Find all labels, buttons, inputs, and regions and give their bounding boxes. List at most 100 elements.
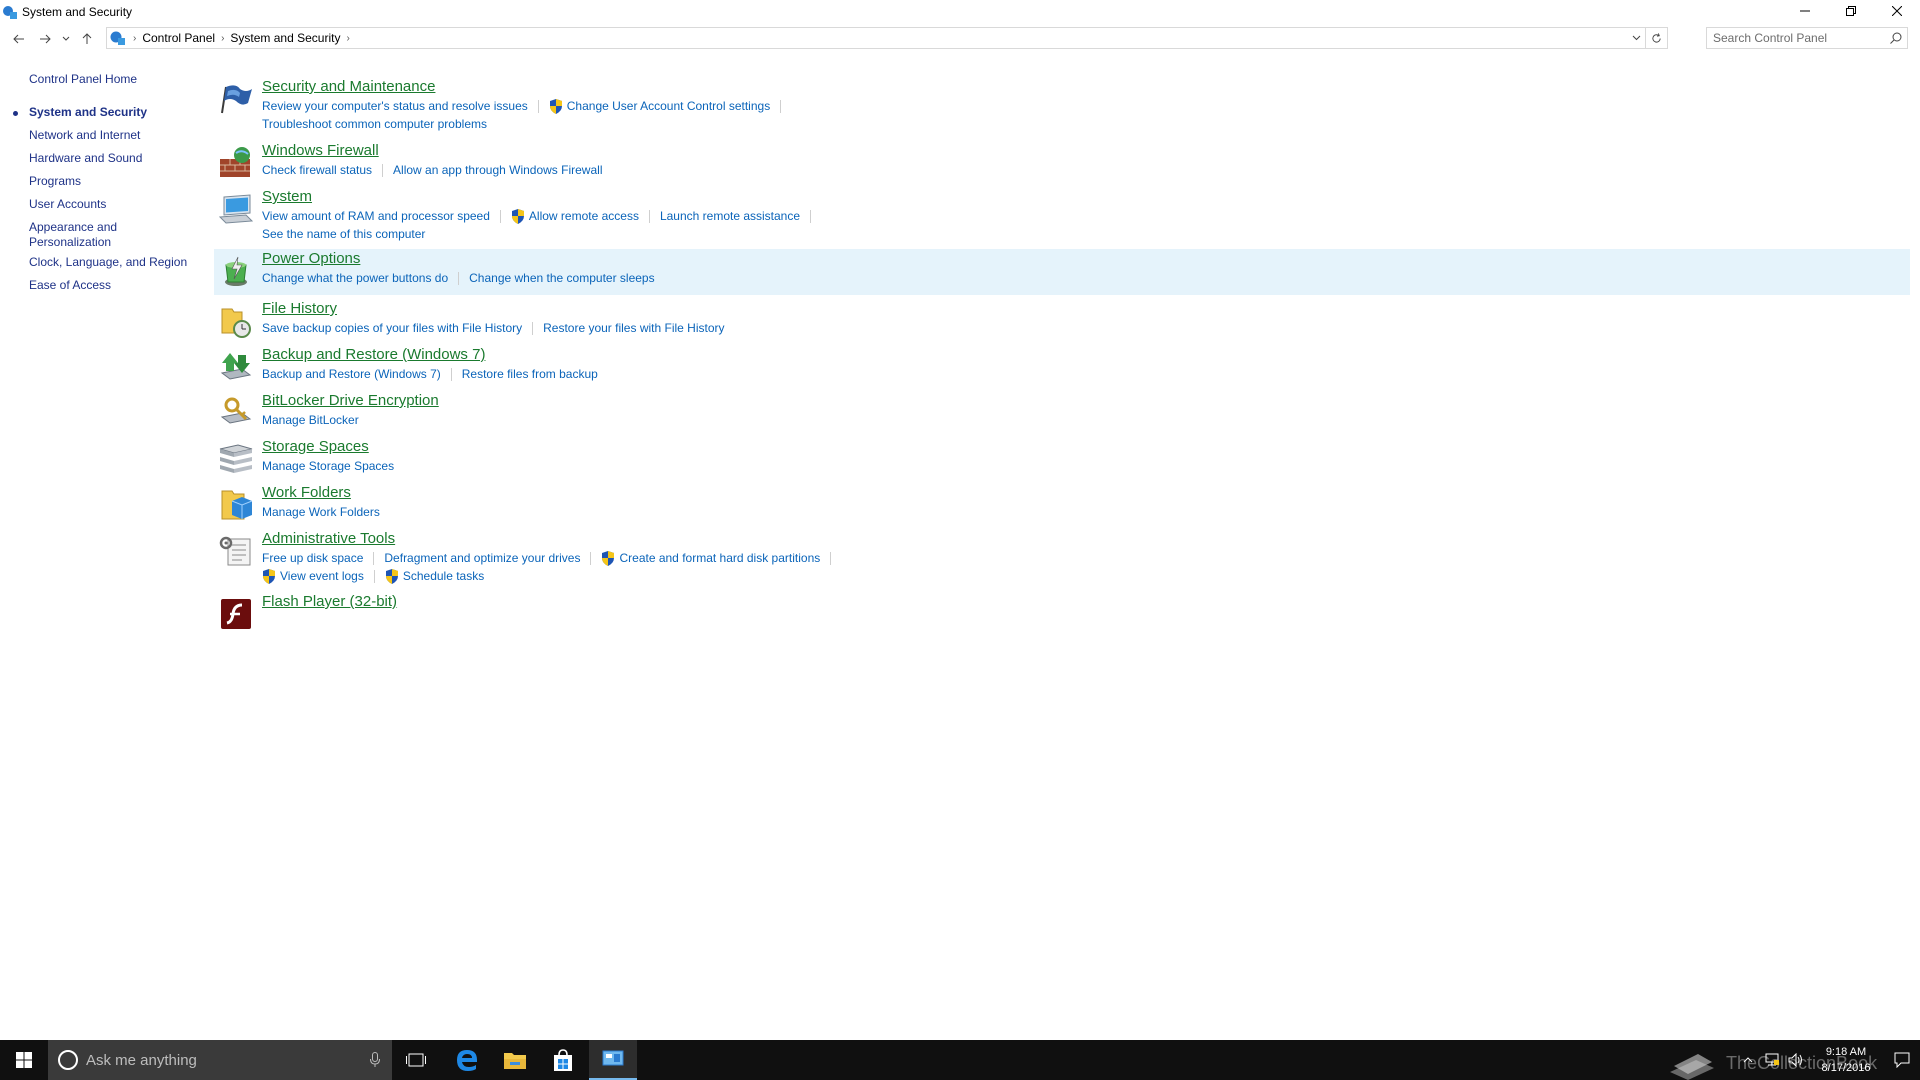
- uac-shield-icon: [263, 568, 275, 584]
- store-taskbar-button[interactable]: [539, 1040, 587, 1080]
- minimize-button[interactable]: [1782, 0, 1828, 22]
- up-button[interactable]: [74, 26, 100, 52]
- manage-work-folders-link[interactable]: Manage Work Folders: [262, 504, 380, 520]
- taskbar-clock[interactable]: 9:18 AM 8/17/2016: [1808, 1044, 1884, 1076]
- link-divider: [499, 209, 501, 223]
- recent-locations-button[interactable]: [58, 26, 74, 52]
- breadcrumb-system-and-security[interactable]: System and Security: [230, 31, 340, 45]
- nav-ease-of-access[interactable]: Ease of Access: [29, 278, 199, 293]
- save-backup-copies-link[interactable]: Save backup copies of your files with Fi…: [262, 320, 522, 336]
- address-dropdown-button[interactable]: [1627, 35, 1645, 41]
- allow-remote-access-link[interactable]: Allow remote access: [511, 208, 639, 224]
- search-input[interactable]: [1707, 31, 1877, 45]
- troubleshoot-link[interactable]: Troubleshoot common computer problems: [262, 116, 487, 132]
- nav-control-panel-home[interactable]: Control Panel Home: [29, 72, 199, 87]
- network-tray-button[interactable]: [1760, 1040, 1784, 1080]
- manage-storage-spaces-link[interactable]: Manage Storage Spaces: [262, 458, 394, 474]
- defragment-drives-link[interactable]: Defragment and optimize your drives: [384, 550, 580, 566]
- create-format-partitions-label: Create and format hard disk partitions: [619, 551, 821, 565]
- microphone-icon[interactable]: [370, 1052, 380, 1068]
- allow-app-firewall-link[interactable]: Allow an app through Windows Firewall: [393, 162, 602, 178]
- power-options-link[interactable]: Power Options: [262, 249, 360, 269]
- action-center-button[interactable]: [1884, 1040, 1920, 1080]
- volume-tray-button[interactable]: [1784, 1040, 1808, 1080]
- view-ram-processor-link[interactable]: View amount of RAM and processor speed: [262, 208, 490, 224]
- change-uac-settings-link[interactable]: Change User Account Control settings: [549, 98, 770, 114]
- review-status-link[interactable]: Review your computer's status and resolv…: [262, 98, 528, 114]
- cortana-icon: [58, 1050, 78, 1070]
- check-firewall-status-link[interactable]: Check firewall status: [262, 162, 372, 178]
- close-button[interactable]: [1874, 0, 1920, 22]
- restore-files-from-backup-link[interactable]: Restore files from backup: [462, 366, 598, 382]
- control-panel-taskbar-button[interactable]: [589, 1040, 637, 1080]
- cortana-search-box[interactable]: Ask me anything: [48, 1040, 392, 1080]
- manage-bitlocker-link[interactable]: Manage BitLocker: [262, 412, 359, 428]
- clock-time: 9:18 AM: [1825, 1046, 1867, 1058]
- network-icon: [1765, 1053, 1779, 1066]
- restore-files-file-history-link[interactable]: Restore your files with File History: [543, 320, 724, 336]
- edge-taskbar-button[interactable]: [443, 1040, 491, 1080]
- windows-firewall-link[interactable]: Windows Firewall: [262, 141, 379, 161]
- category-links: View event logs Schedule tasks: [262, 568, 484, 584]
- backup-and-restore-link[interactable]: Backup and Restore (Windows 7): [262, 345, 485, 365]
- power-buttons-link[interactable]: Change what the power buttons do: [262, 270, 448, 286]
- nav-clock-language-region[interactable]: Clock, Language, and Region: [29, 255, 199, 270]
- see-computer-name-link[interactable]: See the name of this computer: [262, 226, 425, 242]
- view-event-logs-link[interactable]: View event logs: [262, 568, 364, 584]
- file-history-link[interactable]: File History: [262, 299, 337, 319]
- free-up-disk-space-link[interactable]: Free up disk space: [262, 550, 363, 566]
- breadcrumb-separator[interactable]: ›: [346, 33, 349, 44]
- nav-network-and-internet[interactable]: Network and Internet: [29, 128, 199, 143]
- link-divider: [537, 99, 539, 113]
- link-divider: [648, 209, 650, 223]
- nav-user-accounts[interactable]: User Accounts: [29, 197, 199, 212]
- administrative-tools-link[interactable]: Administrative Tools: [262, 529, 395, 549]
- system-link[interactable]: System: [262, 187, 312, 207]
- breadcrumb-control-panel[interactable]: Control Panel: [142, 31, 215, 45]
- breadcrumb-separator[interactable]: ›: [221, 33, 224, 44]
- start-button[interactable]: [0, 1040, 48, 1080]
- create-format-partitions-link[interactable]: Create and format hard disk partitions: [601, 550, 820, 566]
- window-title: System and Security: [22, 5, 133, 19]
- taskbar: Ask me anything TheCollectionBook 9:18 A…: [0, 1040, 1920, 1080]
- back-button[interactable]: [6, 26, 32, 52]
- search-box[interactable]: [1706, 27, 1908, 49]
- category-links: Check firewall status Allow an app throu…: [262, 162, 602, 178]
- nav-system-and-security[interactable]: System and Security: [29, 105, 199, 120]
- minimize-icon: [1800, 10, 1810, 12]
- file-history-icon: [221, 308, 251, 338]
- storage-spaces-link[interactable]: Storage Spaces: [262, 437, 369, 457]
- nav-programs[interactable]: Programs: [29, 174, 199, 189]
- show-hidden-icons-button[interactable]: [1736, 1040, 1760, 1080]
- bitlocker-link[interactable]: BitLocker Drive Encryption: [262, 391, 439, 411]
- flash-player-link[interactable]: Flash Player (32-bit): [262, 592, 397, 612]
- security-and-maintenance-link[interactable]: Security and Maintenance: [262, 77, 435, 97]
- breadcrumb-separator[interactable]: ›: [133, 33, 136, 44]
- chevron-down-icon: [62, 36, 70, 41]
- address-bar[interactable]: › Control Panel › System and Security ›: [106, 27, 1668, 49]
- backup-and-restore-windows7-link[interactable]: Backup and Restore (Windows 7): [262, 366, 441, 382]
- nav-appearance-and-personalization[interactable]: Appearance and Personalization: [29, 220, 139, 250]
- restore-button[interactable]: [1828, 0, 1874, 22]
- nav-hardware-and-sound[interactable]: Hardware and Sound: [29, 151, 199, 166]
- work-folders-link[interactable]: Work Folders: [262, 483, 351, 503]
- category-links: Manage Storage Spaces: [262, 458, 394, 474]
- task-view-button[interactable]: [392, 1040, 440, 1080]
- admin-tools-icon: [219, 536, 251, 566]
- file-explorer-taskbar-button[interactable]: [491, 1040, 539, 1080]
- category-backup-and-restore: Backup and Restore (Windows 7) Backup an…: [214, 345, 1910, 385]
- forward-button[interactable]: [32, 26, 58, 52]
- category-bitlocker: BitLocker Drive Encryption Manage BitLoc…: [214, 391, 1910, 431]
- launch-remote-assistance-link[interactable]: Launch remote assistance: [660, 208, 800, 224]
- work-folders-icon: [221, 490, 253, 520]
- schedule-tasks-link[interactable]: Schedule tasks: [385, 568, 484, 584]
- window-controls: [1782, 0, 1920, 24]
- search-icon[interactable]: [1889, 31, 1903, 45]
- task-view-icon: [406, 1053, 426, 1067]
- restore-icon: [1846, 6, 1856, 16]
- computer-sleeps-link[interactable]: Change when the computer sleeps: [469, 270, 654, 286]
- system-tray: 9:18 AM 8/17/2016: [1736, 1040, 1920, 1080]
- category-power-options[interactable]: Power Options Change what the power butt…: [214, 249, 1910, 295]
- refresh-button[interactable]: [1645, 28, 1667, 48]
- link-divider: [590, 551, 592, 565]
